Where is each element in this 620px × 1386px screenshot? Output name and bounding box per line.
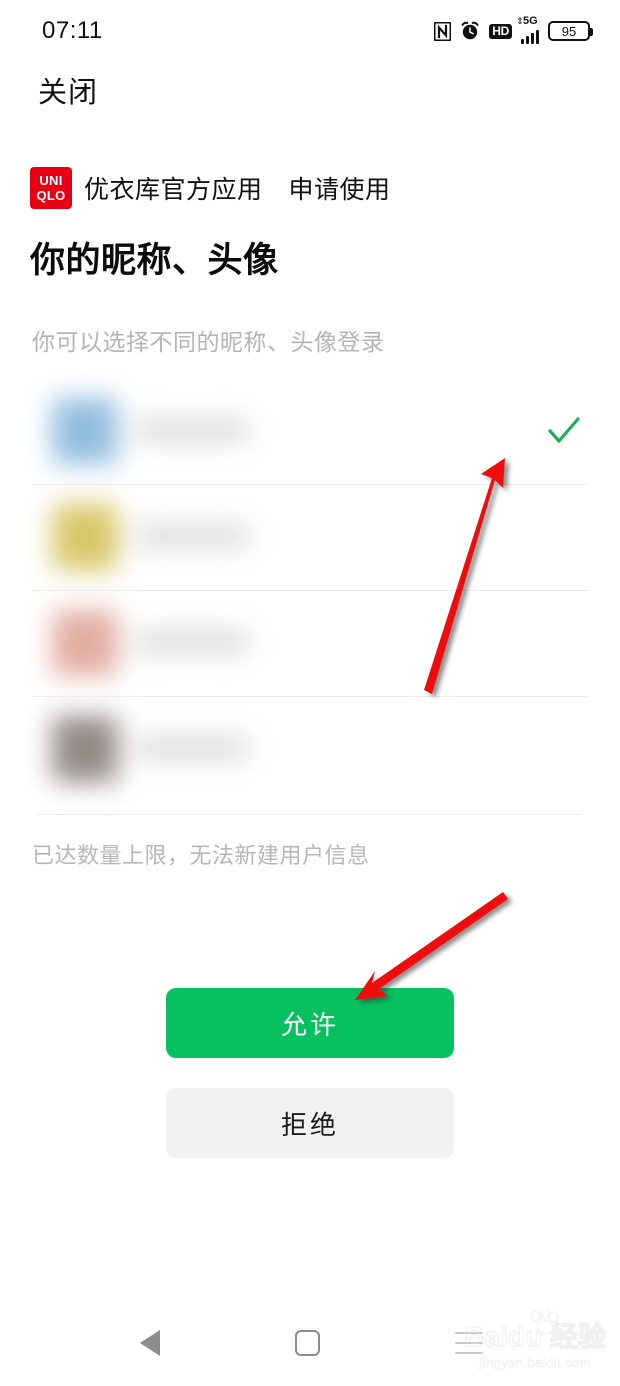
signal-bars-icon [521,29,539,44]
battery-icon: 95 [548,21,593,41]
baidu-jingyan-watermark: Baidu 经验 jingyan.baidu.com [464,1309,607,1371]
check-icon [548,417,580,443]
account-list[interactable] [0,378,620,802]
uniqlo-logo-icon: UNI QLO [30,167,72,209]
app-identity-row: UNI QLO 优衣库官方应用 申请使用 [30,167,391,209]
app-name-label: 优衣库官方应用 [84,176,263,204]
nfc-icon [434,21,452,41]
page-title: 你的昵称、头像 [30,241,279,280]
close-button[interactable]: 关闭 [38,77,98,110]
status-bar-clock: 07:11 [42,17,103,44]
logo-line-1: UNI [39,173,63,188]
logo-line-2: QLO [36,188,66,203]
reject-button[interactable]: 拒绝 [166,1088,454,1158]
watermark-url: jingyan.baidu.com [479,1355,592,1371]
allow-button[interactable]: 允许 [166,988,454,1058]
limit-divider [38,814,582,815]
account-row-2[interactable] [0,484,620,590]
network-type-label: 5G [523,14,538,27]
status-bar: 07:11 HD ⇕ 5G 95 [0,0,620,62]
status-bar-icons: HD ⇕ 5G 95 [434,14,593,44]
limit-note-label: 已达数量上限，无法新建用户信息 [32,843,370,868]
page-subtitle: 你可以选择不同的昵称、头像登录 [32,329,385,355]
account-row-1[interactable] [0,378,620,484]
hd-icon: HD [489,23,512,39]
signal-icon: ⇕ 5G [516,14,539,44]
android-nav-bar: Baidu 经验 jingyan.baidu.com [0,1300,620,1386]
battery-level-label: 95 [561,23,577,39]
account-row-4[interactable] [0,696,620,802]
home-icon[interactable] [295,1330,320,1356]
arrow-to-allow-button [355,892,508,1000]
account-row-3[interactable] [0,590,620,696]
paw-icon [531,1309,559,1335]
alarm-clock-icon [461,21,479,40]
app-request-label: 申请使用 [288,176,391,204]
back-icon[interactable] [140,1330,160,1356]
